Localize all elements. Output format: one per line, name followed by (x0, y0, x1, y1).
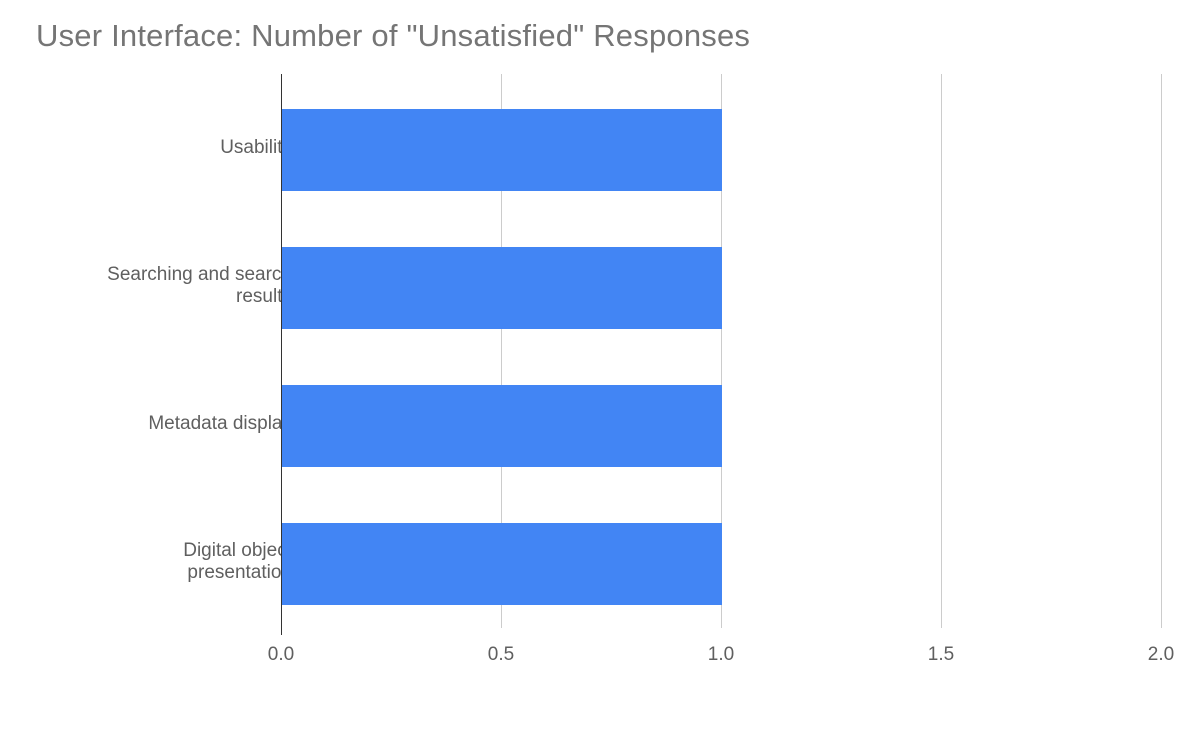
bar-chart: User Interface: Number of "Unsatisfied" … (0, 0, 1200, 742)
y-axis-label: Metadata display (82, 413, 292, 435)
bar-digital-object (282, 523, 722, 605)
bar-usability (282, 109, 722, 191)
y-axis-line (281, 74, 282, 628)
y-axis-label: Searching and search results (82, 264, 292, 308)
x-axis-label: 0.0 (268, 644, 294, 666)
x-axis-label: 1.0 (708, 644, 734, 666)
bar-searching (282, 247, 722, 329)
y-axis-label: Digital object presentation (82, 540, 292, 584)
gridline (1161, 74, 1162, 628)
x-axis-tick (281, 628, 282, 635)
y-axis-label: Usability (82, 137, 292, 159)
x-axis-label: 0.5 (488, 644, 514, 666)
gridline (941, 74, 942, 628)
bar-metadata (282, 385, 722, 467)
chart-title: User Interface: Number of "Unsatisfied" … (36, 18, 750, 54)
plot-area: 0.0 0.5 1.0 1.5 2.0 (281, 74, 1161, 628)
x-axis-label: 1.5 (928, 644, 954, 666)
x-axis-label: 2.0 (1148, 644, 1174, 666)
